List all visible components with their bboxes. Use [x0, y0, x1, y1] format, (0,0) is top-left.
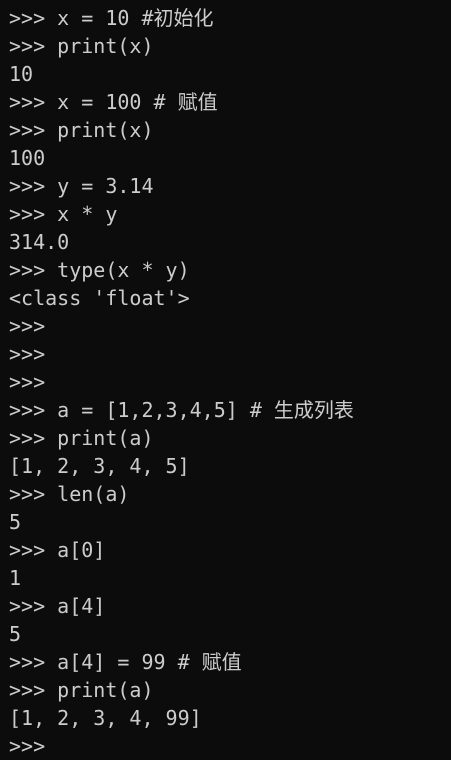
console-line: 314.0 [9, 230, 70, 254]
console-line: >>> x = 10 #初始化 [9, 6, 214, 30]
console-line: >>> [9, 370, 46, 394]
console-line: >>> a = [1,2,3,4,5] # 生成列表 [9, 398, 354, 422]
console-line: >>> len(a) [9, 482, 130, 506]
console-line: >>> [9, 314, 46, 338]
console-line: >>> a[4] = 99 # 赋值 [9, 650, 242, 674]
console-line: >>> type(x * y) [9, 258, 190, 282]
console-line: >>> print(x) [9, 34, 154, 58]
console-line: >>> y = 3.14 [9, 174, 154, 198]
console-line: >>> print(a) [9, 678, 154, 702]
python-console[interactable]: >>> x = 10 #初始化 >>> print(x) 10 >>> x = … [0, 0, 451, 758]
console-line: 10 [9, 62, 34, 86]
console-line: >>> x * y [9, 202, 118, 226]
console-line: 100 [9, 146, 46, 170]
console-line: <class 'float'> [9, 286, 190, 310]
console-line: 5 [9, 510, 22, 534]
console-line: >>> a[4] [9, 594, 106, 618]
console-line: >>> print(x) [9, 118, 154, 142]
console-line: >>> a[0] [9, 538, 106, 562]
console-line: >>> [9, 342, 46, 366]
console-prompt-line[interactable]: >>> [9, 732, 451, 760]
console-line: >>> print(a) [9, 426, 154, 450]
console-line: [1, 2, 3, 4, 5] [9, 454, 190, 478]
console-line: 5 [9, 622, 22, 646]
console-line: [1, 2, 3, 4, 99] [9, 706, 202, 730]
console-line: >>> x = 100 # 赋值 [9, 90, 218, 114]
console-line: 1 [9, 566, 22, 590]
